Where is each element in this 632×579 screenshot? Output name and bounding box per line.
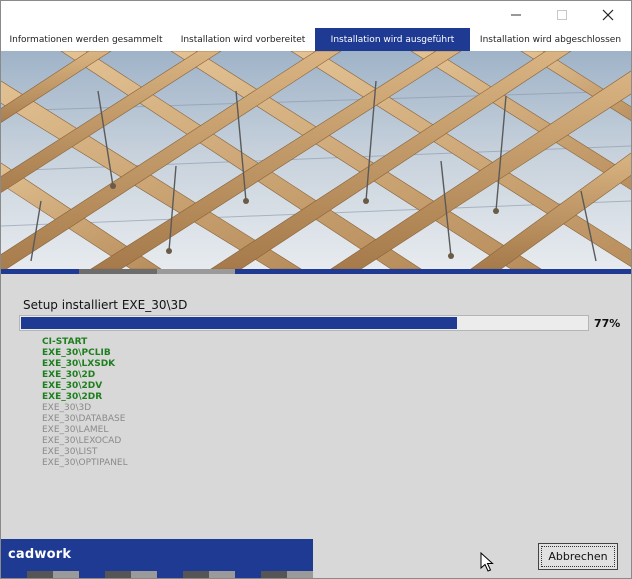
- install-step-item: EXE_30\LXSDK: [42, 359, 116, 369]
- install-status-text: Setup installiert EXE_30\3D: [23, 298, 188, 312]
- close-button[interactable]: [585, 1, 631, 28]
- installer-window: Informationen werden gesammelt Installat…: [0, 0, 632, 579]
- install-step-list: CI-START EXE_30\PCLIB EXE_30\LXSDK EXE_30\2…: [42, 337, 128, 469]
- brand-logo: cadwork: [8, 547, 72, 562]
- progress-fill: [21, 317, 457, 329]
- tab-ausgefuehrt: Installation wird ausgeführt: [315, 28, 470, 51]
- install-step-item: CI-START: [42, 337, 88, 347]
- progress-percent: 77%: [594, 317, 621, 330]
- tab-informationen: Informationen werden gesammelt: [9, 34, 163, 45]
- brand-banner: cadwork: [1, 539, 313, 571]
- cancel-button[interactable]: Abbrechen: [538, 543, 618, 570]
- install-step-item: EXE_30\DATABASE: [42, 414, 126, 424]
- progress-bar: [19, 315, 589, 331]
- minimize-icon: [511, 14, 521, 15]
- decorative-stripe: [1, 269, 631, 274]
- title-bar: [1, 1, 631, 28]
- maximize-button[interactable]: [539, 1, 585, 28]
- hero-image: [1, 51, 631, 269]
- install-step-item: EXE_30\PCLIB: [42, 348, 111, 358]
- tab-vorbereitet: Installation wird vorbereitet: [180, 34, 306, 45]
- tab-abgeschlossen: Installation wird abgeschlossen: [479, 34, 622, 45]
- install-step-item: EXE_30\LEXOCAD: [42, 436, 122, 446]
- step-tabs: Informationen werden gesammelt Installat…: [1, 28, 631, 51]
- close-icon: [602, 9, 614, 20]
- install-step-item: EXE_30\OPTIPANEL: [42, 458, 128, 468]
- timber-roof-photo: [1, 51, 631, 269]
- footer-stripe: [1, 571, 313, 578]
- install-step-item: EXE_30\LAMEL: [42, 425, 109, 435]
- mouse-cursor-icon: [480, 552, 494, 572]
- install-step-item: EXE_30\2DR: [42, 392, 103, 402]
- maximize-icon: [557, 9, 567, 20]
- install-step-item: EXE_30\2D: [42, 370, 96, 380]
- install-step-item: EXE_30\LIST: [42, 447, 98, 457]
- install-step-item: EXE_30\2DV: [42, 381, 103, 391]
- minimize-button[interactable]: [493, 1, 539, 28]
- install-step-item: EXE_30\3D: [42, 403, 92, 413]
